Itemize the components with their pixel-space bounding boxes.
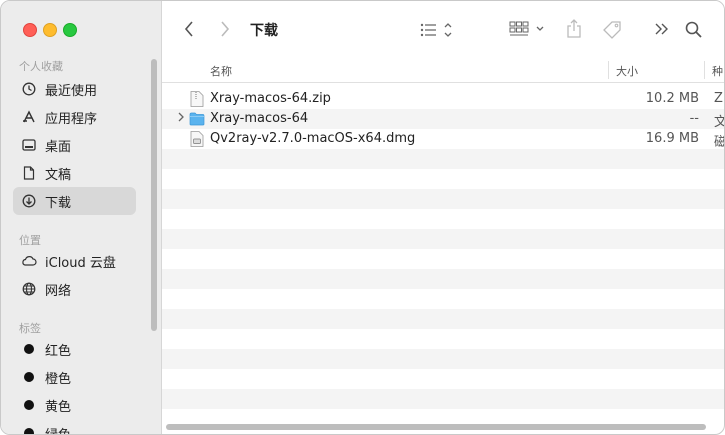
tag-dot-icon	[21, 425, 37, 434]
file-row[interactable]: Xray-macos-64 -- 文	[162, 109, 724, 130]
empty-row	[162, 349, 724, 369]
sidebar-item-desktop[interactable]: 桌面	[13, 131, 136, 159]
sidebar-item-label: 桌面	[45, 139, 72, 155]
tag-dot-icon	[21, 397, 37, 413]
sidebar-item-label: 绿色	[45, 427, 72, 435]
minimize-button[interactable]	[43, 23, 57, 37]
folder-icon	[189, 112, 205, 126]
forward-button[interactable]	[220, 21, 230, 37]
globe-icon	[21, 281, 37, 297]
sidebar-tag-red[interactable]: 红色	[13, 335, 136, 363]
empty-row	[162, 169, 724, 189]
search-button[interactable]	[685, 21, 703, 39]
chevron-left-icon	[184, 21, 193, 37]
toolbar: 下载	[162, 1, 724, 59]
column-name[interactable]: 名称	[210, 63, 232, 79]
share-icon	[567, 19, 581, 38]
file-size: --	[689, 111, 699, 126]
search-icon	[685, 21, 702, 38]
sidebar-item-label: 红色	[45, 343, 72, 359]
empty-row	[162, 309, 724, 329]
tags-section-title: 标签	[19, 322, 41, 335]
file-row[interactable]: Xray-macos-64.zip 10.2 MB ZI	[162, 89, 724, 109]
empty-row	[162, 149, 724, 169]
more-button[interactable]	[655, 23, 669, 35]
back-button[interactable]	[184, 21, 194, 37]
sidebar-item-downloads[interactable]: 下载	[13, 187, 136, 215]
favorites-section-title: 个人收藏	[19, 60, 63, 73]
disclosure-triangle-icon[interactable]	[178, 112, 184, 125]
chevron-double-right-icon	[655, 23, 668, 35]
group-button[interactable]	[509, 20, 547, 38]
empty-row	[162, 289, 724, 309]
file-kind: 文	[714, 111, 724, 130]
dmg-file-icon	[190, 131, 204, 147]
sidebar-item-documents[interactable]: 文稿	[13, 159, 136, 187]
sidebar-tag-green[interactable]: 绿色	[13, 419, 136, 435]
column-kind[interactable]: 种	[712, 63, 723, 79]
column-header: 名称 大小 种	[162, 58, 724, 83]
empty-row	[162, 209, 724, 229]
sidebar-item-label: 文稿	[45, 167, 72, 183]
empty-row	[162, 229, 724, 249]
sidebar-item-applications[interactable]: 应用程序	[13, 103, 136, 131]
tag-icon	[603, 21, 621, 39]
empty-row	[162, 389, 724, 409]
sidebar: 个人收藏 最近使用 应用程序 桌面 文稿 下载 位置 iCloud 云盘 网络 …	[1, 1, 162, 435]
tag-dot-icon	[21, 341, 37, 357]
column-size[interactable]: 大小	[616, 63, 638, 79]
empty-row	[162, 329, 724, 349]
horizontal-scrollbar[interactable]	[166, 424, 706, 430]
sidebar-tag-yellow[interactable]: 黄色	[13, 391, 136, 419]
window-title: 下载	[250, 23, 278, 39]
zoom-button[interactable]	[63, 23, 77, 37]
file-list: Xray-macos-64.zip 10.2 MB ZI Xray-macos-…	[162, 89, 724, 434]
sidebar-item-recents[interactable]: 最近使用	[13, 75, 136, 103]
file-kind: 磁	[714, 131, 724, 150]
file-name: Xray-macos-64.zip	[210, 91, 331, 106]
list-view-icon	[420, 23, 452, 37]
sidebar-scrollbar[interactable]	[151, 59, 157, 331]
chevron-right-icon	[221, 21, 230, 37]
sidebar-item-label: iCloud 云盘	[45, 255, 116, 271]
sidebar-item-icloud[interactable]: iCloud 云盘	[13, 247, 136, 275]
sidebar-tag-orange[interactable]: 橙色	[13, 363, 136, 391]
sidebar-item-network[interactable]: 网络	[13, 275, 136, 303]
tag-dot-icon	[21, 369, 37, 385]
close-button[interactable]	[23, 23, 37, 37]
empty-row	[162, 269, 724, 289]
sidebar-item-label: 黄色	[45, 399, 72, 415]
sidebar-item-label: 应用程序	[45, 111, 98, 127]
sidebar-item-label: 下载	[45, 195, 72, 211]
file-kind: ZI	[714, 91, 724, 106]
zip-file-icon	[190, 91, 204, 107]
sidebar-item-label: 最近使用	[45, 83, 98, 99]
share-button[interactable]	[566, 19, 582, 39]
locations-section-title: 位置	[19, 234, 41, 247]
file-size: 10.2 MB	[645, 91, 699, 106]
empty-row	[162, 249, 724, 269]
download-icon	[21, 193, 37, 209]
empty-row	[162, 369, 724, 389]
sidebar-item-label: 橙色	[45, 371, 72, 387]
apps-icon	[21, 109, 37, 125]
view-options-button[interactable]	[420, 22, 454, 38]
file-name: Qv2ray-v2.7.0-macOS-x64.dmg	[210, 131, 416, 146]
file-row[interactable]: Qv2ray-v2.7.0-macOS-x64.dmg 16.9 MB 磁	[162, 129, 724, 150]
file-name: Xray-macos-64	[210, 111, 309, 126]
cloud-icon	[21, 253, 37, 269]
file-size: 16.9 MB	[645, 131, 699, 146]
empty-row	[162, 189, 724, 209]
desktop-icon	[21, 137, 37, 153]
tag-button[interactable]	[603, 21, 623, 39]
clock-icon	[21, 81, 37, 97]
grid-icon	[509, 21, 544, 36]
sidebar-item-label: 网络	[45, 283, 72, 299]
column-separator[interactable]	[608, 61, 609, 79]
column-separator[interactable]	[704, 61, 705, 79]
finder-window: 个人收藏 最近使用 应用程序 桌面 文稿 下载 位置 iCloud 云盘 网络 …	[0, 0, 725, 435]
document-icon	[21, 165, 37, 181]
